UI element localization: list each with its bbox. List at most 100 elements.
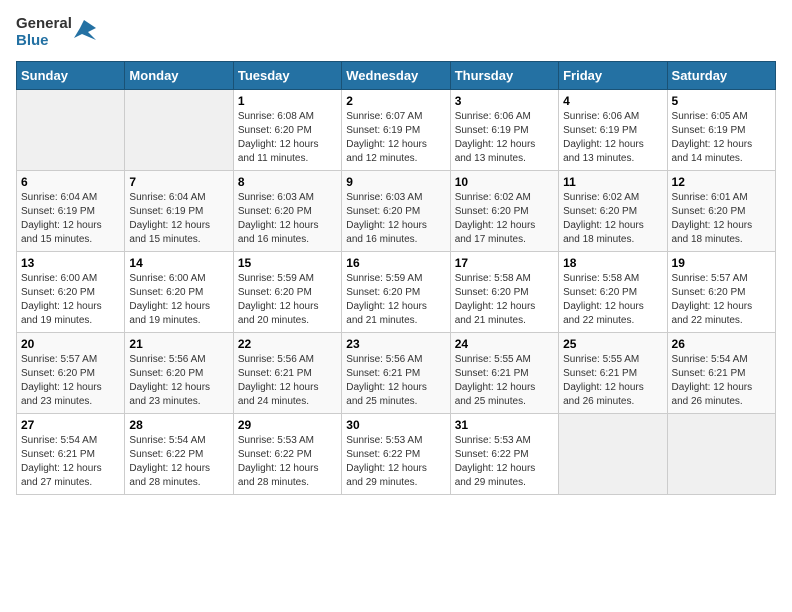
- calendar-day-cell: 1 Sunrise: 6:08 AMSunset: 6:20 PMDaylight…: [233, 90, 341, 171]
- calendar-day-cell: 11 Sunrise: 6:02 AMSunset: 6:20 PMDayligh…: [559, 171, 667, 252]
- day-number: 8: [238, 175, 337, 189]
- calendar-day-cell: [125, 90, 233, 171]
- day-info: Sunrise: 6:02 AMSunset: 6:20 PMDaylight:…: [455, 191, 554, 247]
- calendar-week-row: 1 Sunrise: 6:08 AMSunset: 6:20 PMDaylight…: [17, 90, 776, 171]
- day-number: 21: [129, 337, 228, 351]
- day-number: 31: [455, 418, 554, 432]
- day-number: 11: [563, 175, 662, 189]
- day-number: 3: [455, 94, 554, 108]
- calendar-day-cell: 4 Sunrise: 6:06 AMSunset: 6:19 PMDaylight…: [559, 90, 667, 171]
- day-info: Sunrise: 5:58 AMSunset: 6:20 PMDaylight:…: [563, 272, 662, 328]
- day-info: Sunrise: 5:53 AMSunset: 6:22 PMDaylight:…: [346, 434, 445, 490]
- calendar-week-row: 6 Sunrise: 6:04 AMSunset: 6:19 PMDaylight…: [17, 171, 776, 252]
- calendar-day-cell: 29 Sunrise: 5:53 AMSunset: 6:22 PMDayligh…: [233, 414, 341, 495]
- day-number: 20: [21, 337, 120, 351]
- day-info: Sunrise: 6:06 AMSunset: 6:19 PMDaylight:…: [563, 110, 662, 166]
- day-info: Sunrise: 5:59 AMSunset: 6:20 PMDaylight:…: [346, 272, 445, 328]
- day-number: 4: [563, 94, 662, 108]
- day-info: Sunrise: 6:01 AMSunset: 6:20 PMDaylight:…: [672, 191, 771, 247]
- day-info: Sunrise: 5:55 AMSunset: 6:21 PMDaylight:…: [455, 353, 554, 409]
- day-number: 23: [346, 337, 445, 351]
- day-info: Sunrise: 6:02 AMSunset: 6:20 PMDaylight:…: [563, 191, 662, 247]
- day-number: 16: [346, 256, 445, 270]
- day-info: Sunrise: 5:57 AMSunset: 6:20 PMDaylight:…: [672, 272, 771, 328]
- day-info: Sunrise: 6:03 AMSunset: 6:20 PMDaylight:…: [238, 191, 337, 247]
- calendar-day-cell: 3 Sunrise: 6:06 AMSunset: 6:19 PMDaylight…: [450, 90, 558, 171]
- day-of-week-header: Monday: [125, 62, 233, 90]
- day-number: 2: [346, 94, 445, 108]
- day-number: 28: [129, 418, 228, 432]
- day-number: 13: [21, 256, 120, 270]
- calendar-day-cell: 27 Sunrise: 5:54 AMSunset: 6:21 PMDayligh…: [17, 414, 125, 495]
- logo-text: General Blue: [16, 16, 72, 49]
- day-info: Sunrise: 6:06 AMSunset: 6:19 PMDaylight:…: [455, 110, 554, 166]
- logo: General Blue: [16, 16, 96, 49]
- day-of-week-header: Sunday: [17, 62, 125, 90]
- day-number: 25: [563, 337, 662, 351]
- day-info: Sunrise: 5:56 AMSunset: 6:20 PMDaylight:…: [129, 353, 228, 409]
- day-info: Sunrise: 5:53 AMSunset: 6:22 PMDaylight:…: [455, 434, 554, 490]
- day-number: 14: [129, 256, 228, 270]
- day-info: Sunrise: 5:59 AMSunset: 6:20 PMDaylight:…: [238, 272, 337, 328]
- logo-general: General: [16, 16, 72, 33]
- calendar-day-cell: 26 Sunrise: 5:54 AMSunset: 6:21 PMDayligh…: [667, 333, 775, 414]
- calendar-day-cell: 14Sunrise: 6:00 AMSunset: 6:20 PMDayligh…: [125, 252, 233, 333]
- calendar-day-cell: 15 Sunrise: 5:59 AMSunset: 6:20 PMDayligh…: [233, 252, 341, 333]
- calendar-table: SundayMondayTuesdayWednesdayThursdayFrid…: [16, 61, 776, 495]
- day-info: Sunrise: 6:08 AMSunset: 6:20 PMDaylight:…: [238, 110, 337, 166]
- calendar-day-cell: 18Sunrise: 5:58 AMSunset: 6:20 PMDayligh…: [559, 252, 667, 333]
- calendar-day-cell: 30 Sunrise: 5:53 AMSunset: 6:22 PMDayligh…: [342, 414, 450, 495]
- calendar-day-cell: 23 Sunrise: 5:56 AMSunset: 6:21 PMDayligh…: [342, 333, 450, 414]
- day-info: Sunrise: 5:54 AMSunset: 6:21 PMDaylight:…: [21, 434, 120, 490]
- day-info: Sunrise: 5:53 AMSunset: 6:22 PMDaylight:…: [238, 434, 337, 490]
- day-info: Sunrise: 6:04 AMSunset: 6:19 PMDaylight:…: [21, 191, 120, 247]
- day-number: 1: [238, 94, 337, 108]
- calendar-day-cell: 10Sunrise: 6:02 AMSunset: 6:20 PMDayligh…: [450, 171, 558, 252]
- day-number: 30: [346, 418, 445, 432]
- day-of-week-header: Tuesday: [233, 62, 341, 90]
- day-number: 5: [672, 94, 771, 108]
- calendar-week-row: 27 Sunrise: 5:54 AMSunset: 6:21 PMDayligh…: [17, 414, 776, 495]
- day-info: Sunrise: 5:57 AMSunset: 6:20 PMDaylight:…: [21, 353, 120, 409]
- day-number: 6: [21, 175, 120, 189]
- calendar-day-cell: 7 Sunrise: 6:04 AMSunset: 6:19 PMDaylight…: [125, 171, 233, 252]
- calendar-day-cell: 5 Sunrise: 6:05 AMSunset: 6:19 PMDaylight…: [667, 90, 775, 171]
- day-info: Sunrise: 6:03 AMSunset: 6:20 PMDaylight:…: [346, 191, 445, 247]
- day-number: 7: [129, 175, 228, 189]
- day-number: 12: [672, 175, 771, 189]
- day-number: 27: [21, 418, 120, 432]
- header-row: SundayMondayTuesdayWednesdayThursdayFrid…: [17, 62, 776, 90]
- day-info: Sunrise: 5:56 AMSunset: 6:21 PMDaylight:…: [238, 353, 337, 409]
- calendar-week-row: 20 Sunrise: 5:57 AMSunset: 6:20 PMDayligh…: [17, 333, 776, 414]
- calendar-day-cell: 22Sunrise: 5:56 AMSunset: 6:21 PMDayligh…: [233, 333, 341, 414]
- day-number: 15: [238, 256, 337, 270]
- calendar-day-cell: 13 Sunrise: 6:00 AMSunset: 6:20 PMDayligh…: [17, 252, 125, 333]
- calendar-day-cell: 6 Sunrise: 6:04 AMSunset: 6:19 PMDaylight…: [17, 171, 125, 252]
- calendar-day-cell: 19 Sunrise: 5:57 AMSunset: 6:20 PMDayligh…: [667, 252, 775, 333]
- day-info: Sunrise: 6:04 AMSunset: 6:19 PMDaylight:…: [129, 191, 228, 247]
- day-info: Sunrise: 5:54 AMSunset: 6:21 PMDaylight:…: [672, 353, 771, 409]
- day-number: 17: [455, 256, 554, 270]
- calendar-day-cell: 12 Sunrise: 6:01 AMSunset: 6:20 PMDayligh…: [667, 171, 775, 252]
- calendar-day-cell: [17, 90, 125, 171]
- day-info: Sunrise: 5:55 AMSunset: 6:21 PMDaylight:…: [563, 353, 662, 409]
- header: General Blue: [16, 16, 776, 49]
- calendar-week-row: 13 Sunrise: 6:00 AMSunset: 6:20 PMDayligh…: [17, 252, 776, 333]
- day-info: Sunrise: 6:00 AMSunset: 6:20 PMDaylight:…: [21, 272, 120, 328]
- day-info: Sunrise: 5:56 AMSunset: 6:21 PMDaylight:…: [346, 353, 445, 409]
- day-number: 26: [672, 337, 771, 351]
- day-info: Sunrise: 6:07 AMSunset: 6:19 PMDaylight:…: [346, 110, 445, 166]
- day-info: Sunrise: 6:05 AMSunset: 6:19 PMDaylight:…: [672, 110, 771, 166]
- day-number: 19: [672, 256, 771, 270]
- day-info: Sunrise: 5:58 AMSunset: 6:20 PMDaylight:…: [455, 272, 554, 328]
- day-number: 24: [455, 337, 554, 351]
- day-number: 29: [238, 418, 337, 432]
- calendar-day-cell: 21 Sunrise: 5:56 AMSunset: 6:20 PMDayligh…: [125, 333, 233, 414]
- day-info: Sunrise: 5:54 AMSunset: 6:22 PMDaylight:…: [129, 434, 228, 490]
- calendar-day-cell: [667, 414, 775, 495]
- calendar-day-cell: 24 Sunrise: 5:55 AMSunset: 6:21 PMDayligh…: [450, 333, 558, 414]
- day-number: 9: [346, 175, 445, 189]
- day-of-week-header: Thursday: [450, 62, 558, 90]
- calendar-day-cell: 17 Sunrise: 5:58 AMSunset: 6:20 PMDayligh…: [450, 252, 558, 333]
- calendar-day-cell: 20 Sunrise: 5:57 AMSunset: 6:20 PMDayligh…: [17, 333, 125, 414]
